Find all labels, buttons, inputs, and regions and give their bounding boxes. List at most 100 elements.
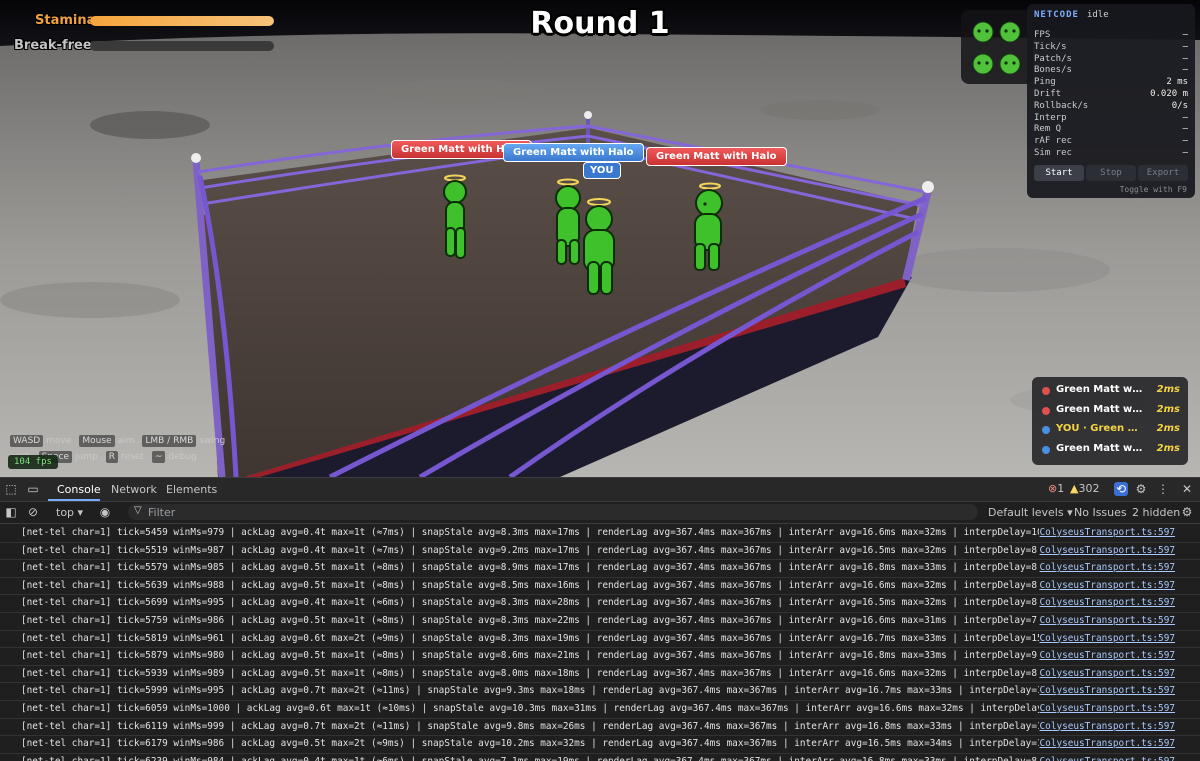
netcode-row-value: — <box>1182 41 1188 52</box>
log-source-link[interactable]: ColyseusTransport.ts:597 <box>1040 685 1175 696</box>
log-source-link[interactable]: ColyseusTransport.ts:597 <box>1040 527 1175 538</box>
netcode-row-label: Tick/s <box>1034 41 1067 52</box>
toggle-hint: Toggle with F9 <box>1119 185 1187 194</box>
hidden-count[interactable]: 2 hidden <box>1132 506 1180 519</box>
settings-gear-icon[interactable]: ⚙ <box>1134 482 1148 496</box>
log-row: [net-tel char=1] tick=5939 winMs=989 | a… <box>0 665 1200 684</box>
log-source-link[interactable]: ColyseusTransport.ts:597 <box>1040 738 1175 749</box>
log-message: [net-tel char=1] tick=5759 winMs=986 | a… <box>21 615 1039 626</box>
netcode-row-label: Ping <box>1034 77 1056 88</box>
netcode-row: Sim rec — <box>1034 148 1188 160</box>
log-message: [net-tel char=1] tick=5999 winMs=995 | a… <box>21 685 1039 697</box>
netcode-row: rAF rec — <box>1034 136 1188 148</box>
netcode-row-value: — <box>1182 124 1188 135</box>
log-source-link[interactable]: ColyseusTransport.ts:597 <box>1040 756 1175 761</box>
eye-icon[interactable]: ◉ <box>98 505 112 519</box>
player-row: Green Matt with Halo 2ms <box>1040 383 1182 401</box>
start-button[interactable]: Start <box>1034 165 1084 181</box>
active-tab-indicator <box>48 499 100 501</box>
filter-input[interactable] <box>148 505 968 519</box>
issues-button[interactable]: No Issues <box>1074 506 1127 519</box>
netcode-row-value: 0/s <box>1171 100 1188 111</box>
log-message: [net-tel char=1] tick=5699 winMs=995 | a… <box>21 597 1039 609</box>
control-key: WASD <box>10 435 44 447</box>
netcode-row: Interp — <box>1034 113 1188 125</box>
chevron-down-icon: ▾ <box>77 506 84 519</box>
warning-count-value: 302 <box>1078 482 1100 495</box>
nametag-right: Green Matt with Halo <box>646 147 787 166</box>
log-source-link[interactable]: ColyseusTransport.ts:597 <box>1040 650 1175 661</box>
tab-elements[interactable]: Elements <box>166 483 217 496</box>
log-row: [net-tel char=1] tick=5999 winMs=995 | a… <box>0 682 1200 701</box>
log-message: [net-tel char=1] tick=6239 winMs=984 | a… <box>21 756 1039 761</box>
filter-box[interactable]: ▽ <box>128 504 978 520</box>
netcode-row: Rem Q — <box>1034 124 1188 136</box>
netcode-status: idle <box>1086 10 1109 20</box>
export-button[interactable]: Export <box>1138 165 1188 181</box>
console-settings-icon[interactable]: ⚙ <box>1180 505 1194 519</box>
device-toggle-icon[interactable]: ▭ <box>26 482 40 496</box>
error-count[interactable]: ⊗1 <box>1048 482 1064 495</box>
log-source-link[interactable]: ColyseusTransport.ts:597 <box>1040 615 1175 626</box>
netcode-row-value: — <box>1182 148 1188 158</box>
log-message: [net-tel char=1] tick=5579 winMs=985 | a… <box>21 562 1039 574</box>
control-key: R <box>105 451 119 463</box>
chevron-down-icon: ▾ <box>1067 506 1073 519</box>
log-source-link[interactable]: ColyseusTransport.ts:597 <box>1040 633 1175 644</box>
player-row: Green Matt with Halo 2ms <box>1040 442 1182 460</box>
log-source-link[interactable]: ColyseusTransport.ts:597 <box>1040 721 1175 732</box>
clear-console-icon[interactable]: ⊘ <box>26 505 40 519</box>
player-name: Green Matt with Halo <box>1056 442 1144 454</box>
tab-console[interactable]: Console <box>57 483 101 496</box>
more-options-icon[interactable]: ⋮ <box>1156 482 1170 496</box>
extension-icon[interactable]: ⟲ <box>1114 482 1128 496</box>
log-row: [net-tel char=1] tick=5879 winMs=980 | a… <box>0 647 1200 666</box>
sidebar-toggle-icon[interactable]: ◧ <box>4 505 18 519</box>
log-source-link[interactable]: ColyseusTransport.ts:597 <box>1040 597 1175 608</box>
log-message: [net-tel char=1] tick=5639 winMs=988 | a… <box>21 579 1039 591</box>
tab-network[interactable]: Network <box>111 483 157 496</box>
netcode-row-label: FPS <box>1034 30 1051 40</box>
console-log[interactable]: [net-tel char=1] tick=5459 winMs=979 | a… <box>0 524 1200 761</box>
context-value: top <box>56 506 75 519</box>
control-action: aim <box>117 436 135 446</box>
levels-dropdown[interactable]: Default levels ▾ <box>988 506 1073 519</box>
netcode-panel: NETCODE idle FPS — Tick/s — Patch/s — Bones/s — P… <box>1027 4 1195 198</box>
player-name: YOU · Green Matt with Halo <box>1056 423 1144 434</box>
inspect-icon[interactable]: ⬚ <box>4 482 18 496</box>
netcode-row-label: Rem Q <box>1034 124 1062 135</box>
player-ping: 2ms <box>1156 403 1180 415</box>
filter-icon: ▽ <box>134 505 142 516</box>
log-source-link[interactable]: ColyseusTransport.ts:597 <box>1040 545 1175 556</box>
log-source-link[interactable]: ColyseusTransport.ts:597 <box>1040 562 1175 573</box>
netcode-row-value: 2 ms <box>1166 77 1188 88</box>
netcode-row: Tick/s — <box>1034 42 1188 54</box>
netcode-row-label: Rollback/s <box>1034 100 1089 111</box>
log-row: [net-tel char=1] tick=5819 winMs=961 | a… <box>0 630 1200 649</box>
log-source-link[interactable]: ColyseusTransport.ts:597 <box>1040 668 1175 679</box>
team-dot-icon <box>1042 426 1050 434</box>
netcode-row-value: 0.020 m <box>1150 89 1188 99</box>
error-count-value: 1 <box>1057 482 1065 495</box>
warning-count[interactable]: ▲302 <box>1070 482 1099 495</box>
close-icon[interactable]: ✕ <box>1180 482 1194 496</box>
error-icon: ⊗ <box>1048 482 1058 495</box>
fps-counter: 104 fps <box>8 455 58 469</box>
netcode-row: Patch/s — <box>1034 54 1188 66</box>
netcode-row-value: — <box>1182 136 1188 147</box>
log-row: [net-tel char=1] tick=6179 winMs=986 | a… <box>0 735 1200 754</box>
team-dot-icon <box>1042 445 1050 454</box>
control-action: jump <box>75 452 98 462</box>
log-source-link[interactable]: ColyseusTransport.ts:597 <box>1040 703 1175 714</box>
stop-button[interactable]: Stop <box>1086 165 1136 181</box>
control-key: Mouse <box>79 435 115 447</box>
netcode-row-label: Sim rec <box>1034 148 1072 158</box>
context-select[interactable]: top ▾ <box>56 506 83 519</box>
log-source-link[interactable]: ColyseusTransport.ts:597 <box>1040 580 1175 591</box>
console-toolbar: ◧ ⊘ top ▾ ◉ ▽ Default levels ▾ No Issues… <box>0 502 1200 524</box>
team-dot-icon <box>1042 406 1050 415</box>
player-ping-list: Green Matt with Halo2msGreen Matt with H… <box>1032 377 1188 465</box>
game-viewport[interactable]: Stamina Break-free Round 1 Green Matt wi… <box>0 0 1200 477</box>
netcode-row: Drift 0.020 m <box>1034 89 1188 101</box>
log-row: [net-tel char=1] tick=6119 winMs=999 | a… <box>0 718 1200 737</box>
